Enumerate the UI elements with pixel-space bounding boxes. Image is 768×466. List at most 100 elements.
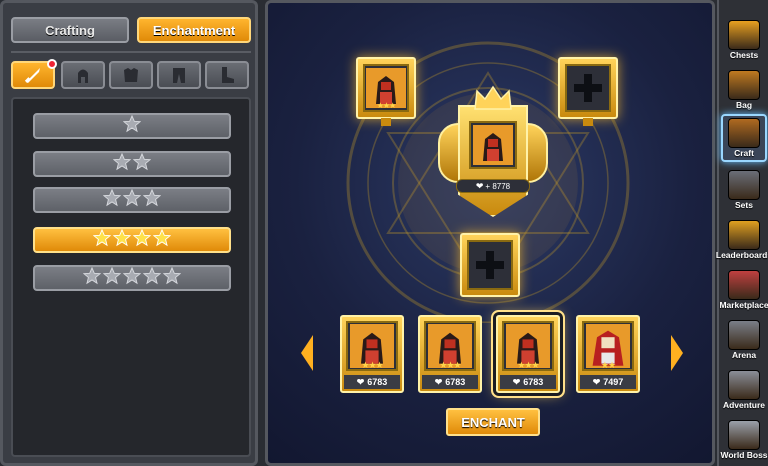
result-power-value: + 8778 [485,181,511,191]
chestplate-icon [124,68,138,82]
hero-power-value: 6783 [523,377,544,387]
material-slot-top-right[interactable] [558,57,618,126]
result-power-display: ❤ + 8778 [456,179,530,193]
hero-power: ❤ 6783 [344,375,400,389]
nav-craft[interactable]: Craft [721,114,767,162]
star-icon [152,228,172,252]
star-icon [92,228,112,252]
enchant-forge-panel: ★★★ ❤ + 8778 ★★★ ❤ 6783 ★★★ ❤ 6783 ★★★ ❤ 6783 ★★ ❤… [265,0,715,466]
category-boots[interactable] [205,61,249,89]
nav-chests[interactable]: Chests [721,14,767,62]
hero-power: ❤ 7497 [580,375,636,389]
market-icon [728,270,760,300]
hero-stars: ★★★ [361,360,383,370]
crown-icon [474,85,512,110]
enchant-level-1[interactable] [33,113,231,139]
podium-icon [728,220,760,250]
armor-icon [728,170,760,200]
plus-icon [574,74,602,102]
heart-icon: ❤ [592,376,601,387]
material-slot-top-left[interactable]: ★★★ [356,57,416,126]
material-slot-bottom[interactable] [460,233,520,297]
star-icon [102,188,122,212]
hero-card[interactable]: ★★★ ❤ 6783 [418,315,482,393]
star-icon [102,266,122,290]
star-icon [122,266,142,290]
hero-power-value: 6783 [445,377,466,387]
heart-icon: ❤ [512,376,521,387]
heart-icon: ❤ [475,180,484,191]
category-legs[interactable] [157,61,201,89]
hero-portrait: ★★★ [424,321,476,371]
category-weapon[interactable] [11,59,57,89]
enchant-level-list [11,97,251,457]
main-navigation: Chests Bag Craft Sets Leaderboards Marketplac… [716,0,768,466]
star-icon [112,152,132,176]
hero-power-value: 6783 [367,377,388,387]
enchant-result-crest: ❤ + 8778 [438,85,548,225]
tab-divider [11,51,251,53]
hero-card[interactable]: ★★★ ❤ 6783 [340,315,404,393]
star-icon [162,266,182,290]
arena-icon [728,320,760,350]
crafting-panel: Crafting Enchantment [0,0,258,466]
hero-power: ❤ 6783 [500,375,556,389]
star-icon [82,266,102,290]
enchant-button[interactable]: ENCHANT [446,408,540,436]
enchant-level-2[interactable] [33,151,231,177]
nav-label: Leaderboards [715,250,768,260]
boots-icon [222,67,234,83]
hero-card[interactable]: ★★★ ❤ 6783 [496,315,560,393]
hero-portrait: ★★★ [366,68,406,110]
result-hero-portrait [469,121,517,169]
nav-label: Sets [735,200,753,210]
chest-icon [728,20,760,50]
tab-enchantment[interactable]: Enchantment [137,17,251,43]
bag-icon [728,70,760,100]
nav-label: Bag [735,100,753,110]
nav-label: Adventure [722,400,766,410]
hero-stars: ★★★ [517,360,539,370]
enchant-level-5[interactable] [33,265,231,291]
star-icon [142,188,162,212]
helmet-icon [78,69,88,83]
nav-label: World Boss [720,450,768,460]
nav-label: Chests [729,50,759,60]
nav-leaderboards[interactable]: Leaderboards [716,214,768,262]
nav-world-boss[interactable]: World Boss [720,414,768,462]
nav-marketplace[interactable]: Marketplace [719,264,768,312]
category-helmet[interactable] [61,61,105,89]
tab-crafting[interactable]: Crafting [11,17,129,43]
sword-icon [24,68,40,83]
notification-dot [47,59,57,69]
nav-adventure[interactable]: Adventure [721,364,767,412]
plus-icon [476,251,504,279]
nav-label: Arena [731,350,757,360]
star-icon [142,266,162,290]
nav-arena[interactable]: Arena [721,314,767,362]
hero-stars: ★★ [600,360,616,370]
star-icon [122,188,142,212]
nav-sets[interactable]: Sets [721,164,767,212]
hero-power-value: 7497 [603,377,624,387]
heart-icon: ❤ [356,376,365,387]
hero-portrait: ★★★ [502,321,554,371]
heart-icon: ❤ [434,376,443,387]
star-icon [132,152,152,176]
enchant-level-4[interactable] [33,227,231,253]
hero-card[interactable]: ★★ ❤ 7497 [576,315,640,393]
chevron-left-icon[interactable] [300,333,314,373]
nav-bag[interactable]: Bag [721,64,767,112]
enchant-level-3[interactable] [33,187,231,213]
category-chestplate[interactable] [109,61,153,89]
nav-label: Marketplace [719,300,768,310]
book-icon [728,118,760,148]
adventure-icon [728,370,760,400]
chevron-right-icon[interactable] [670,333,684,373]
nav-label: Craft [734,148,754,158]
star-icon [132,228,152,252]
star-icon [112,228,132,252]
legs-icon [173,68,185,83]
boss-icon [728,420,760,450]
hero-portrait: ★★★ [346,321,398,371]
